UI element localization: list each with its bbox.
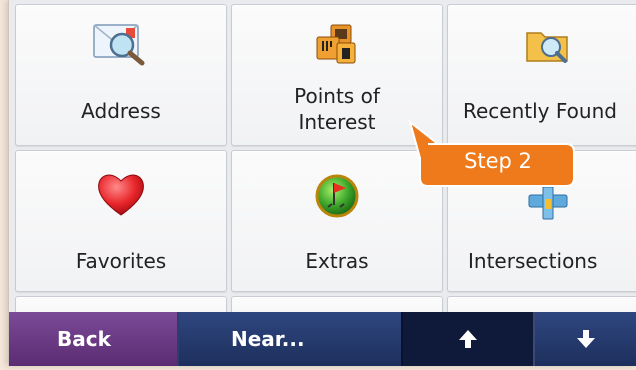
address-envelope-icon bbox=[93, 24, 145, 66]
near-button[interactable]: Near... bbox=[179, 312, 403, 366]
address-label: Address bbox=[81, 99, 161, 123]
screen: Address Points of Interest Recently Foun… bbox=[8, 0, 636, 366]
address-tile[interactable]: Address bbox=[15, 4, 227, 146]
arrow-down-icon bbox=[577, 330, 595, 348]
scroll-up-button[interactable] bbox=[403, 312, 535, 366]
recently-found-tile[interactable]: Recently Found bbox=[447, 4, 636, 146]
extras-label: Extras bbox=[305, 249, 369, 273]
back-button-label: Back bbox=[57, 327, 111, 351]
device-frame: Address Points of Interest Recently Foun… bbox=[0, 0, 636, 370]
back-button[interactable]: Back bbox=[9, 312, 179, 366]
extras-flag-icon bbox=[315, 174, 359, 218]
recently-found-folder-icon bbox=[526, 32, 568, 63]
heart-icon bbox=[98, 174, 144, 216]
points-of-interest-icon bbox=[316, 24, 356, 64]
step-callout: Step 2 bbox=[408, 119, 576, 188]
step-callout-text: Step 2 bbox=[464, 149, 532, 173]
points-of-interest-label-line1: Points of bbox=[294, 84, 380, 108]
favorites-label: Favorites bbox=[75, 249, 167, 273]
intersections-label: Intersections bbox=[468, 249, 598, 273]
near-button-label: Near... bbox=[231, 327, 305, 351]
extras-tile[interactable]: Extras bbox=[231, 150, 443, 292]
scroll-down-button[interactable] bbox=[535, 312, 636, 366]
bottom-toolbar: Back Near... bbox=[9, 312, 636, 366]
favorites-tile[interactable]: Favorites bbox=[15, 150, 227, 292]
recently-found-label: Recently Found bbox=[463, 99, 617, 123]
arrow-up-icon bbox=[459, 330, 477, 348]
